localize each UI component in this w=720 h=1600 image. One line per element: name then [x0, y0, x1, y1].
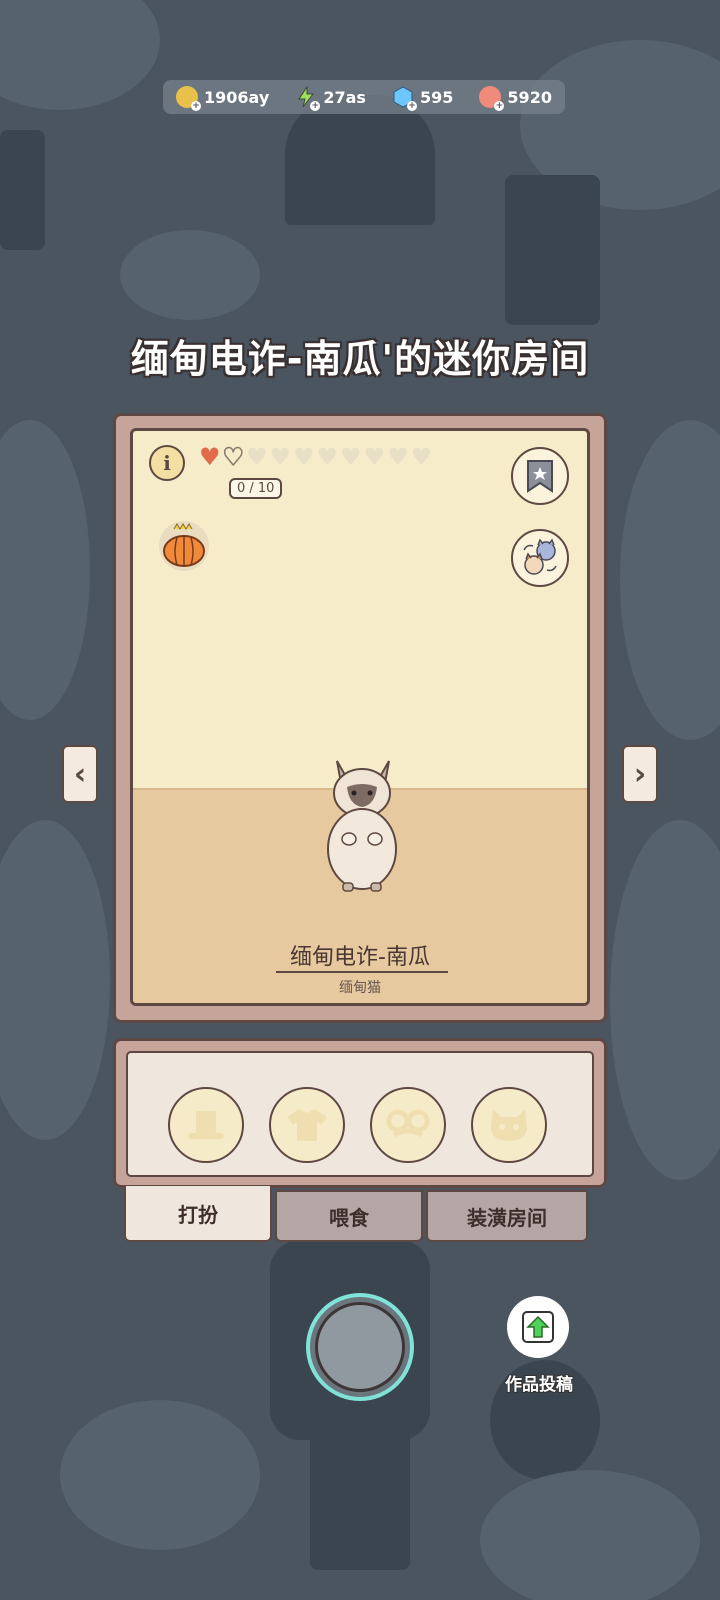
bg-claw-machine	[505, 175, 600, 325]
tab-feed[interactable]: 喂食	[275, 1190, 423, 1242]
pumpkin-badge	[159, 521, 209, 571]
currency-bar: + 1906ay + 27as + 595 + 5920	[163, 80, 565, 114]
room-title: 缅甸电诈-南瓜'的迷你房间	[130, 337, 590, 381]
heart-icon: ♥	[269, 443, 292, 471]
bg-shape	[620, 420, 720, 740]
currency-coins[interactable]: + 1906ay	[176, 86, 270, 111]
switch-cat-button[interactable]	[511, 529, 569, 587]
bg-building	[285, 95, 435, 225]
bg-shape	[0, 420, 90, 720]
coin-amount: 1906ay	[204, 87, 270, 107]
affection-hearts: ♥ ♥ ♥ ♥ ♥ ♥ ♥ ♥ ♥ ♥	[199, 443, 433, 471]
bookmark-star-icon	[527, 460, 553, 493]
heart-icon: ♥	[340, 443, 362, 471]
chevron-right-icon: ›	[633, 756, 647, 792]
bg-shape	[60, 1400, 260, 1550]
paw-token-icon: +	[479, 86, 505, 111]
heart-icon: ♥	[410, 443, 433, 471]
shirt-icon	[287, 1109, 327, 1141]
tab-dress-up[interactable]: 打扮	[124, 1186, 272, 1242]
paw-token-amount: 5920	[507, 87, 552, 107]
camera-button[interactable]	[306, 1293, 414, 1401]
mask-slot[interactable]	[471, 1087, 547, 1163]
glasses-slot[interactable]	[370, 1087, 446, 1163]
bg-shape	[480, 1470, 700, 1600]
coin-icon: +	[176, 86, 202, 111]
bg-shop	[0, 130, 45, 250]
cat-character[interactable]	[323, 753, 401, 893]
prev-room-button[interactable]: ‹	[62, 745, 98, 803]
mask-icon	[491, 1109, 527, 1141]
chevron-left-icon: ‹	[73, 756, 87, 792]
currency-paw-tokens[interactable]: + 5920	[479, 86, 552, 111]
upload-icon	[522, 1311, 554, 1343]
energy-amount: 27as	[323, 87, 366, 107]
lightning-icon: +	[295, 85, 321, 111]
cat-breed: 缅甸猫	[339, 980, 381, 996]
submit-work-button[interactable]	[507, 1296, 569, 1358]
favorite-button[interactable]	[511, 447, 569, 505]
diamond-icon: +	[392, 86, 417, 111]
heart-icon: ♥	[316, 443, 339, 471]
bg-shape	[120, 230, 260, 320]
swap-cats-icon	[523, 538, 557, 575]
next-room-button[interactable]: ›	[622, 745, 658, 803]
room-panel: i ♥ ♥ ♥ ♥ ♥ ♥ ♥ ♥ ♥ ♥ 0 / 10 缅甸电诈-南瓜 缅甸猫	[113, 413, 607, 1023]
heart-icon: ♥	[387, 443, 409, 471]
name-underline	[276, 971, 448, 973]
diamond-amount: 595	[419, 87, 454, 107]
bg-shape	[0, 820, 110, 1140]
submit-work-label: 作品投稿	[505, 1375, 573, 1395]
actions-panel	[113, 1038, 607, 1188]
camera-icon	[315, 1302, 405, 1392]
actions-slots	[126, 1051, 594, 1177]
tab-decorate-room[interactable]: 装潢房间	[426, 1190, 588, 1242]
bg-booth	[310, 1420, 410, 1570]
room-view: i ♥ ♥ ♥ ♥ ♥ ♥ ♥ ♥ ♥ ♥ 0 / 10 缅甸电诈-南瓜 缅甸猫	[130, 428, 590, 1006]
heart-icon: ♥	[199, 443, 221, 471]
heart-icon: ♥	[363, 443, 386, 471]
hat-slot[interactable]	[168, 1087, 244, 1163]
currency-energy[interactable]: + 27as	[295, 85, 366, 111]
heart-icon: ♥	[222, 443, 245, 471]
bg-shape	[0, 0, 160, 110]
glasses-icon	[386, 1109, 430, 1138]
info-button[interactable]: i	[149, 445, 185, 481]
hat-icon	[188, 1111, 224, 1139]
currency-diamonds[interactable]: + 595	[392, 86, 454, 111]
pumpkin-icon	[163, 523, 205, 567]
heart-icon: ♥	[293, 443, 315, 471]
cat-name: 缅甸电诈-南瓜	[290, 945, 430, 970]
heart-icon: ♥	[246, 443, 268, 471]
bg-shape	[610, 820, 720, 1180]
affection-counter: 0 / 10	[229, 478, 283, 499]
clothing-slot[interactable]	[269, 1087, 345, 1163]
